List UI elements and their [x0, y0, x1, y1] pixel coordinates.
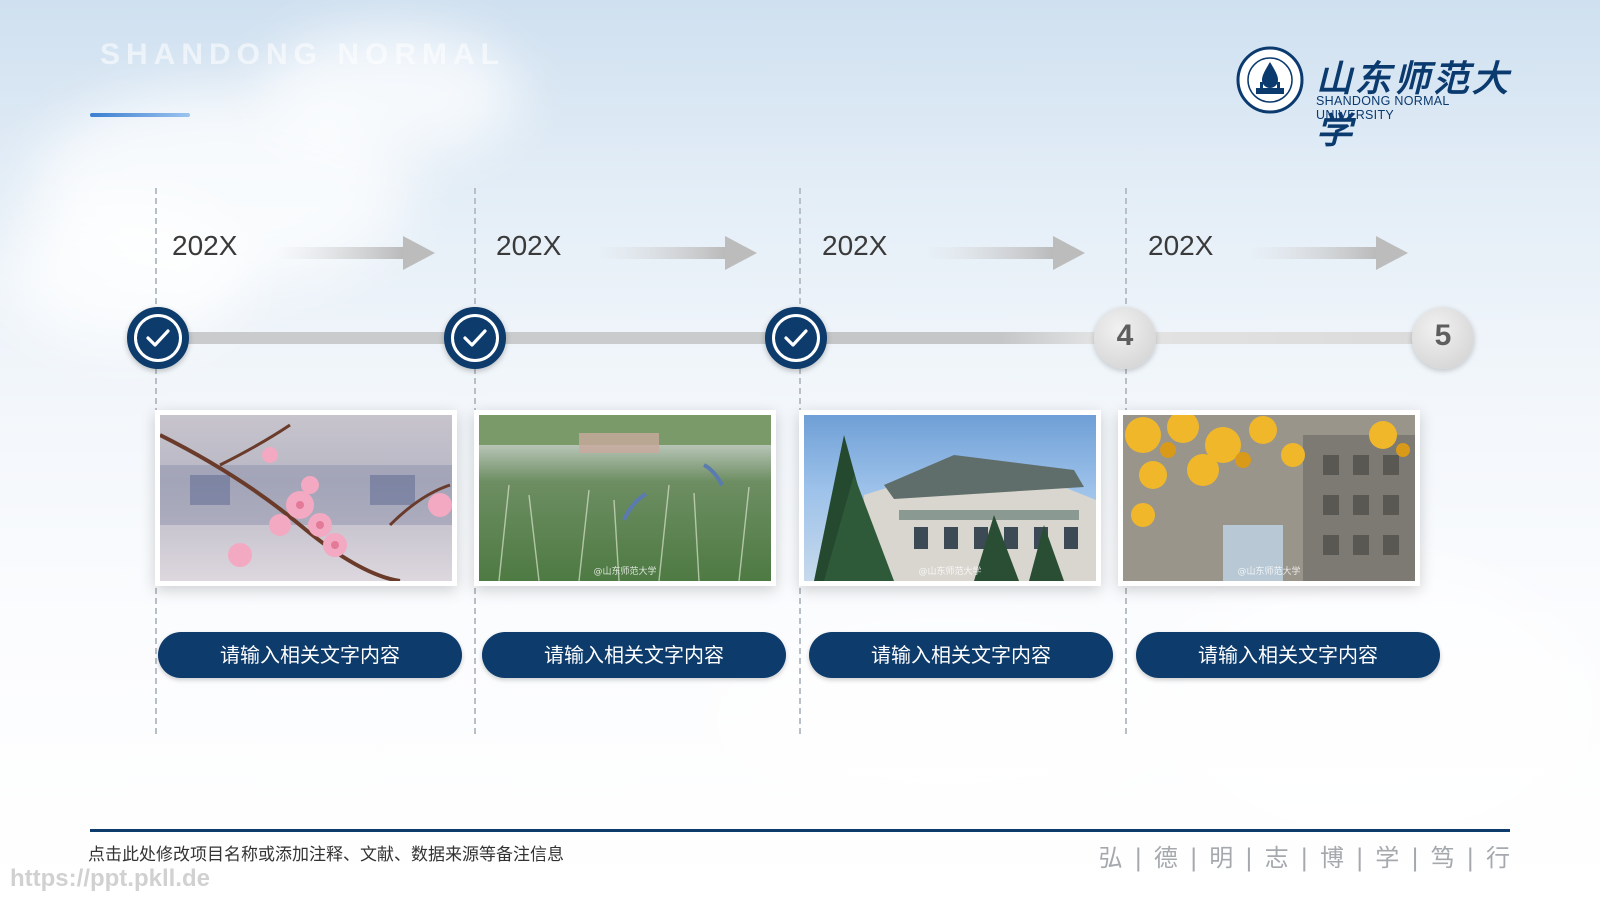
milestone-node-number: 4 [1116, 319, 1134, 352]
university-seal-icon [1236, 46, 1304, 114]
title-underline-accent [90, 113, 190, 117]
milestone-photo-ginkgo-building: @山东师范大学 [1118, 410, 1420, 586]
milestone-text-pill[interactable]: 请输入相关文字内容 [158, 632, 462, 678]
faint-slide-title: SHANDONG NORMAL [100, 38, 505, 71]
arrow-right-icon [1248, 236, 1408, 270]
milestone-photo-campus-building: @山东师范大学 [799, 410, 1101, 586]
photo-watermark: @山东师范大学 [918, 567, 982, 577]
milestone-text-pill[interactable]: 请输入相关文字内容 [482, 632, 786, 678]
checkmark-icon [463, 329, 487, 347]
milestone-year: 202X [822, 230, 888, 261]
milestone-photo-peach-blossom [155, 410, 457, 586]
milestone-node-pending: 4 [1094, 307, 1156, 369]
university-motto: 弘 | 德 | 明 | 志 | 博 | 学 | 笃 | 行 [1098, 844, 1512, 872]
timeline-track-segment [490, 332, 810, 344]
photo-watermark: @山东师范大学 [593, 567, 657, 577]
watermark-url: https://ppt.pkll.de [10, 865, 210, 892]
footer-note[interactable]: 点击此处修改项目名称或添加注释、文献、数据来源等备注信息 [88, 840, 564, 865]
timeline-track-segment [170, 332, 480, 344]
milestone-node-pending: 5 [1412, 307, 1474, 369]
milestone-text-pill[interactable]: 请输入相关文字内容 [809, 632, 1113, 678]
footer-divider [90, 829, 1510, 832]
milestone-year: 202X [1148, 230, 1214, 261]
timeline-track-segment [1150, 332, 1450, 344]
milestone-node-complete [765, 307, 827, 369]
logo-english-name: SHANDONG NORMAL UNIVERSITY [1316, 94, 1450, 122]
photo-watermark: @山东师范大学 [1237, 567, 1301, 577]
milestone-node-number: 5 [1434, 319, 1452, 352]
arrow-right-icon [275, 236, 435, 270]
milestone-photo-grass-field: @山东师范大学 [474, 410, 776, 586]
timeline-track-segment [815, 332, 1125, 344]
milestone-year: 202X [496, 230, 562, 261]
checkmark-icon [146, 329, 170, 347]
arrow-right-icon [597, 236, 757, 270]
milestone-node-complete [444, 307, 506, 369]
milestone-text-pill[interactable]: 请输入相关文字内容 [1136, 632, 1440, 678]
university-logo: 山东师范大学 SHANDONG NORMAL UNIVERSITY [1236, 46, 1518, 152]
milestone-node-complete [127, 307, 189, 369]
milestone-year: 202X [172, 230, 238, 261]
checkmark-icon [784, 329, 808, 347]
arrow-right-icon [925, 236, 1085, 270]
